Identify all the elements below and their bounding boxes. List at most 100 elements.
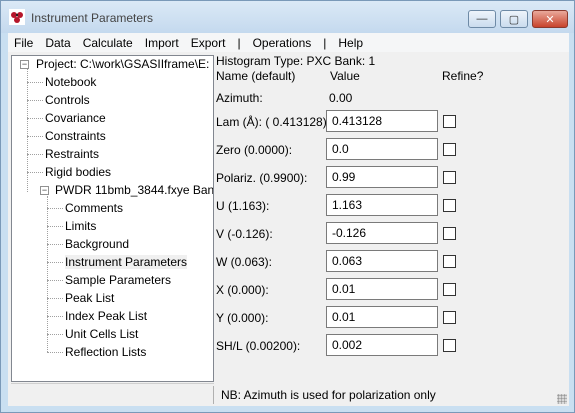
collapse-icon[interactable]: − <box>20 60 29 69</box>
tree-item-label: Index Peak List <box>65 309 148 323</box>
param-label-u: U (1.163): <box>216 199 270 213</box>
tree-item-sample-parameters[interactable]: Sample Parameters <box>65 272 171 289</box>
tree-item-comments[interactable]: Comments <box>65 200 123 217</box>
tree-connector <box>27 100 43 101</box>
refine-checkbox-polariz[interactable] <box>443 171 456 184</box>
tree-item-rigid-bodies[interactable]: Rigid bodies <box>45 164 111 181</box>
tree-item-restraints[interactable]: Restraints <box>45 146 99 163</box>
menu-operations[interactable]: Operations <box>247 36 318 50</box>
tree-item-peak-list[interactable]: Peak List <box>65 290 114 307</box>
tree-item-label: Restraints <box>45 147 100 161</box>
param-label-shl: SH/L (0.00200): <box>216 339 301 353</box>
histogram-type: Histogram Type: PXC Bank: 1 <box>216 54 376 68</box>
close-button[interactable]: ✕ <box>532 10 568 28</box>
refine-checkbox-u[interactable] <box>443 199 456 212</box>
param-input-lam[interactable] <box>326 110 438 132</box>
minimize-icon: — <box>476 13 488 25</box>
tree-connector <box>47 244 63 245</box>
tree-item-instrument-parameters[interactable]: Instrument Parameters <box>65 254 188 271</box>
tree-item-label: Rigid bodies <box>45 165 112 179</box>
tree-item-label: Project: C:\work\GSASIIframe\E: <box>36 57 210 71</box>
param-label-w: W (0.063): <box>216 255 273 269</box>
tree-item-label: Covariance <box>45 111 106 125</box>
param-input-shl[interactable] <box>326 334 438 356</box>
data-tree[interactable]: − Project: C:\work\GSASIIframe\E: Notebo… <box>11 55 214 382</box>
tree-item-label: Reflection Lists <box>65 345 147 359</box>
refine-checkbox-zero[interactable] <box>443 143 456 156</box>
param-input-u[interactable] <box>326 194 438 216</box>
tree-item-pwdr[interactable]: PWDR 11bmb_3844.fxye Ban <box>55 182 214 199</box>
tree-item-controls[interactable]: Controls <box>45 92 90 109</box>
tree-connector <box>47 352 63 353</box>
param-label-zero: Zero (0.0000): <box>216 143 293 157</box>
menu-file[interactable]: File <box>8 36 39 50</box>
menu-bar: File Data Calculate Import Export | Oper… <box>8 33 569 52</box>
menu-data[interactable]: Data <box>39 36 76 50</box>
tree-connector <box>27 136 43 137</box>
tree-item-limits[interactable]: Limits <box>65 218 96 235</box>
resize-grip-icon[interactable] <box>557 394 567 404</box>
tree-connector <box>47 298 63 299</box>
tree-item-covariance[interactable]: Covariance <box>45 110 106 127</box>
tree-item-label: Controls <box>45 93 90 107</box>
tree-connector <box>47 280 63 281</box>
refine-checkbox-v[interactable] <box>443 227 456 240</box>
tree-item-label: PWDR 11bmb_3844.fxye Ban <box>55 183 214 197</box>
refine-checkbox-lam[interactable] <box>443 115 456 128</box>
menu-separator: | <box>237 35 241 50</box>
refine-checkbox-y[interactable] <box>443 311 456 324</box>
param-label-lam: Lam (Å): ( 0.413128) <box>216 115 327 129</box>
param-label-x: X (0.000): <box>216 283 269 297</box>
maximize-button[interactable]: ▢ <box>500 10 528 28</box>
param-input-zero[interactable] <box>326 138 438 160</box>
menu-export[interactable]: Export <box>185 36 232 50</box>
tree-item-reflection-lists[interactable]: Reflection Lists <box>65 344 146 361</box>
tree-item-unit-cells-list[interactable]: Unit Cells List <box>65 326 138 343</box>
tree-item-label: Instrument Parameters <box>65 255 188 269</box>
param-input-x[interactable] <box>326 278 438 300</box>
refine-column-header: Refine? <box>442 69 484 83</box>
menu-separator: | <box>323 35 327 50</box>
azimuth-label: Azimuth: <box>216 91 263 105</box>
status-divider <box>213 386 214 404</box>
refine-checkbox-w[interactable] <box>443 255 456 268</box>
tree-connector <box>47 316 63 317</box>
menu-import[interactable]: Import <box>139 36 185 50</box>
tree-item-background[interactable]: Background <box>65 236 129 253</box>
tree-connector <box>27 82 43 83</box>
tree-item-label: Unit Cells List <box>65 327 139 341</box>
tree-item-notebook[interactable]: Notebook <box>45 74 96 91</box>
minimize-button[interactable]: — <box>468 10 496 28</box>
tree-connector <box>47 208 63 209</box>
gsas-ii-app-icon <box>9 9 25 25</box>
param-input-w[interactable] <box>326 250 438 272</box>
tree-connector <box>47 196 48 352</box>
azimuth-value: 0.00 <box>329 91 353 105</box>
param-label-v: V (-0.126): <box>216 227 273 241</box>
param-input-y[interactable] <box>326 306 438 328</box>
refine-checkbox-shl[interactable] <box>443 339 456 352</box>
tree-item-constraints[interactable]: Constraints <box>45 128 106 145</box>
window-title: Instrument Parameters <box>31 11 154 25</box>
param-input-v[interactable] <box>326 222 438 244</box>
tree-item-label: Sample Parameters <box>65 273 172 287</box>
status-message: NB: Azimuth is used for polarization onl… <box>221 388 436 402</box>
menu-calculate[interactable]: Calculate <box>77 36 139 50</box>
param-label-y: Y (0.000): <box>216 311 269 325</box>
param-input-polariz[interactable] <box>326 166 438 188</box>
tree-item-label: Peak List <box>65 291 115 305</box>
tree-connector <box>27 154 43 155</box>
param-label-polariz: Polariz. (0.9900): <box>216 171 308 185</box>
collapse-icon[interactable]: − <box>40 186 49 195</box>
refine-checkbox-x[interactable] <box>443 283 456 296</box>
tree-item-label: Limits <box>65 219 97 233</box>
menu-help[interactable]: Help <box>332 36 369 50</box>
tree-connector <box>27 172 43 173</box>
tree-item-project[interactable]: Project: C:\work\GSASIIframe\E: <box>36 56 209 73</box>
tree-item-index-peak-list[interactable]: Index Peak List <box>65 308 147 325</box>
tree-item-label: Constraints <box>45 129 106 143</box>
tree-item-label: Notebook <box>45 75 97 89</box>
title-bar[interactable]: Instrument Parameters — ▢ ✕ <box>1 1 574 33</box>
main-window: Instrument Parameters — ▢ ✕ File Data Ca… <box>0 0 575 413</box>
value-column-header: Value <box>330 69 360 83</box>
